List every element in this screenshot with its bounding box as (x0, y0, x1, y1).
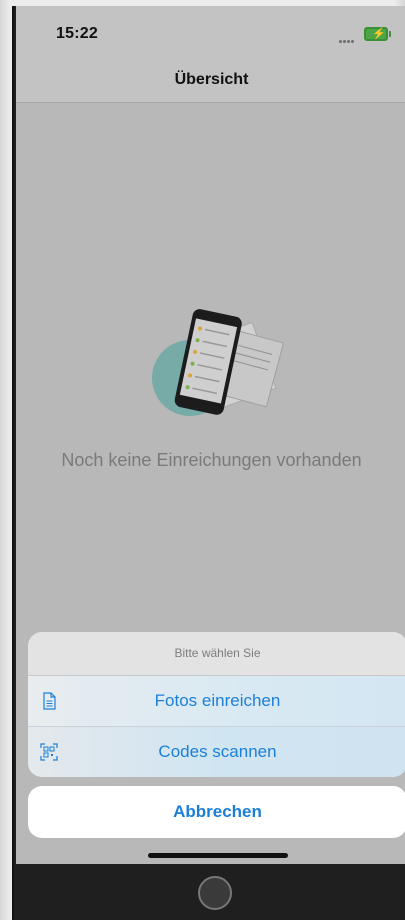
empty-state-text: Noch keine Einreichungen vorhanden (61, 450, 362, 470)
qr-scan-icon (40, 743, 58, 761)
navigation-bar: Übersicht (16, 62, 405, 103)
document-icon (43, 692, 56, 710)
status-bar: 15:22 ⚡ (16, 6, 405, 62)
submit-photos-button[interactable]: Fotos einreichen (28, 676, 405, 727)
battery-charging-icon: ⚡ (364, 27, 391, 41)
status-time: 15:22 (56, 25, 98, 42)
home-indicator[interactable] (148, 853, 288, 858)
home-button[interactable] (198, 876, 232, 910)
cancel-button[interactable]: Abbrechen (28, 786, 405, 838)
scan-codes-button[interactable]: Codes scannen (28, 727, 405, 777)
screen: 15:22 ⚡ Übersicht Noch keine Einreichung… (16, 6, 405, 864)
phone-documents-illustration (152, 309, 285, 416)
signal-dots-icon (339, 30, 357, 43)
page-title: Übersicht (174, 71, 249, 88)
bolt-icon: ⚡ (372, 28, 386, 40)
action-sheet-title: Bitte wählen Sie (28, 632, 405, 676)
scan-codes-label: Codes scannen (158, 742, 277, 761)
phone-frame: 15:22 ⚡ Übersicht Noch keine Einreichung… (12, 6, 405, 920)
action-sheet: Bitte wählen Sie Fotos einreichen Codes … (28, 632, 405, 777)
device-background: 15:22 ⚡ Übersicht Noch keine Einreichung… (0, 0, 405, 920)
submit-photos-label: Fotos einreichen (154, 691, 281, 710)
